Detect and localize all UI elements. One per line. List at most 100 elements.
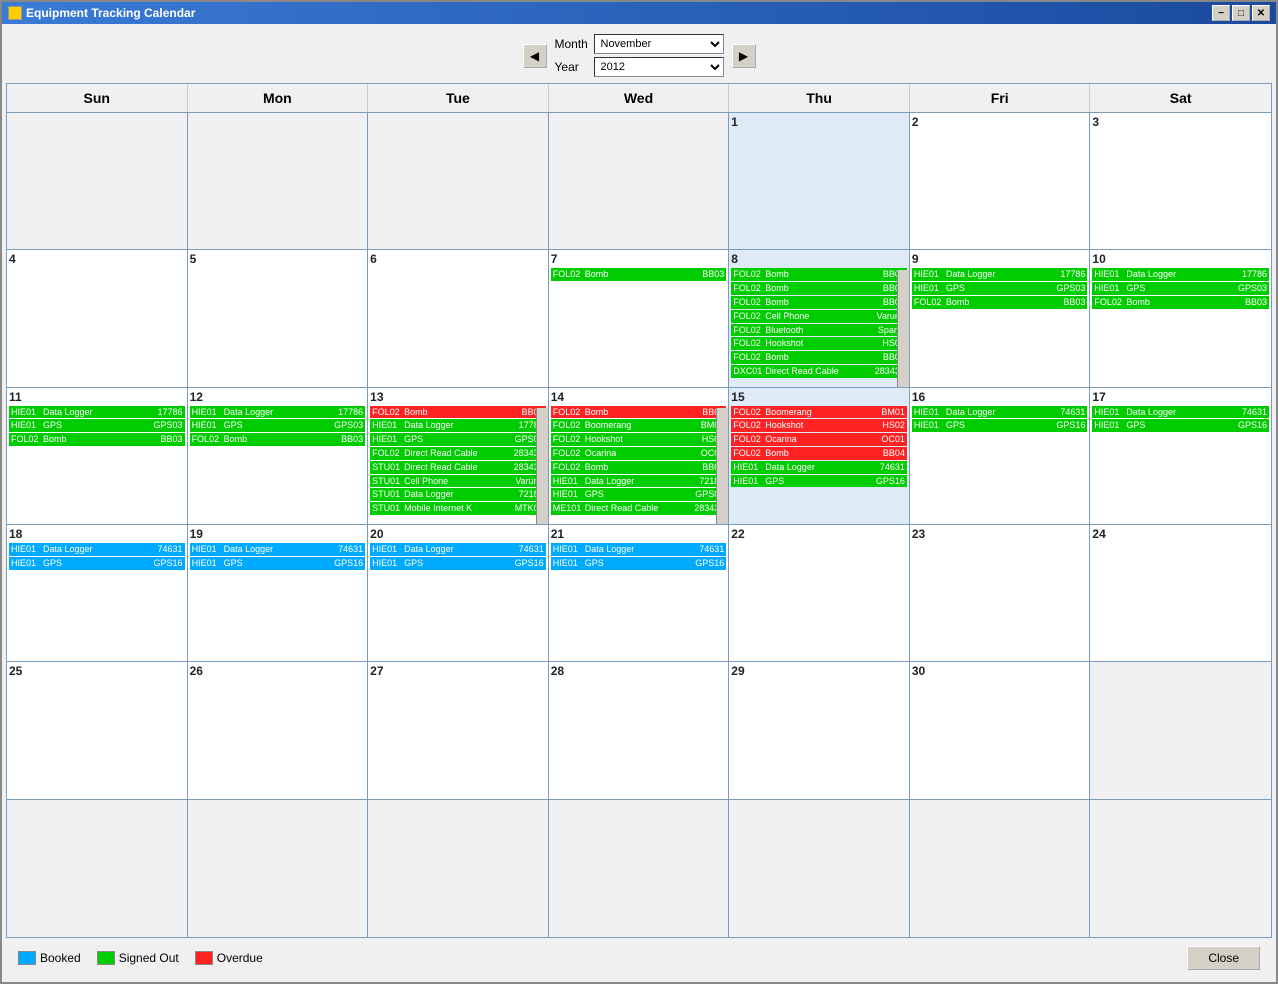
calendar-cell[interactable]: [729, 800, 910, 937]
event-item[interactable]: HIE01Data Logger74631: [912, 406, 1088, 419]
calendar-cell[interactable]: 6: [368, 250, 549, 386]
prev-month-button[interactable]: ◀: [523, 44, 547, 68]
event-item[interactable]: HIE01Data Logger74631: [9, 543, 185, 556]
event-item[interactable]: FOL02OcarinaOC01: [731, 433, 907, 446]
event-item[interactable]: HIE01GPSGPS03: [370, 433, 546, 446]
calendar-cell[interactable]: 5: [188, 250, 369, 386]
calendar-cell[interactable]: 18HIE01Data Logger74631HIE01GPSGPS16: [7, 525, 188, 661]
event-item[interactable]: HIE01Data Logger74631: [551, 543, 727, 556]
event-item[interactable]: FOL02BombBB03: [9, 433, 185, 446]
next-month-button[interactable]: ▶: [732, 44, 756, 68]
calendar-cell[interactable]: 17HIE01Data Logger74631HIE01GPSGPS16: [1090, 388, 1271, 524]
event-item[interactable]: FOL02BombBB03: [190, 433, 366, 446]
calendar-cell[interactable]: 11HIE01Data Logger17786HIE01GPSGPS03FOL0…: [7, 388, 188, 524]
calendar-cell[interactable]: 14FOL02BombBB03FOL02BoomerangBM01FOL02Ho…: [549, 388, 730, 524]
event-item[interactable]: HIE01Data Logger17786: [190, 406, 366, 419]
event-item[interactable]: FOL02BombBB03: [731, 351, 907, 364]
event-item[interactable]: HIE01Data Logger74631: [370, 543, 546, 556]
event-item[interactable]: FOL02BombBB02: [731, 282, 907, 295]
calendar-cell[interactable]: 12HIE01Data Logger17786HIE01GPSGPS03FOL0…: [188, 388, 369, 524]
scroll-indicator[interactable]: [897, 270, 909, 386]
event-item[interactable]: HIE01Data Logger17786: [912, 268, 1088, 281]
calendar-cell[interactable]: 16HIE01Data Logger74631HIE01GPSGPS16: [910, 388, 1091, 524]
calendar-cell[interactable]: [549, 113, 730, 249]
event-item[interactable]: FOL02Cell PhoneVaruna: [731, 310, 907, 323]
close-window-button[interactable]: ✕: [1252, 5, 1270, 21]
calendar-cell[interactable]: 1: [729, 113, 910, 249]
calendar-cell[interactable]: [1090, 800, 1271, 937]
scroll-indicator[interactable]: [716, 408, 728, 524]
event-item[interactable]: FOL02BombBB03: [551, 268, 727, 281]
event-item[interactable]: FOL02BluetoothSpare-: [731, 324, 907, 337]
event-item[interactable]: HIE01GPSGPS16: [9, 557, 185, 570]
event-item[interactable]: FOL02BombBB03: [370, 406, 546, 419]
calendar-cell[interactable]: [7, 800, 188, 937]
calendar-cell[interactable]: 30: [910, 662, 1091, 798]
calendar-cell[interactable]: [188, 113, 369, 249]
event-item[interactable]: HIE01Data Logger74631: [731, 461, 907, 474]
calendar-cell[interactable]: 22: [729, 525, 910, 661]
minimize-button[interactable]: −: [1212, 5, 1230, 21]
calendar-cell[interactable]: 24: [1090, 525, 1271, 661]
event-item[interactable]: ME101Direct Read Cable283437: [551, 502, 727, 515]
event-item[interactable]: HIE01GPSGPS03: [912, 282, 1088, 295]
event-item[interactable]: FOL02HookshotHS01: [731, 337, 907, 350]
event-item[interactable]: HIE01GPSGPS16: [370, 557, 546, 570]
calendar-cell[interactable]: 10HIE01Data Logger17786HIE01GPSGPS03FOL0…: [1090, 250, 1271, 386]
calendar-cell[interactable]: 19HIE01Data Logger74631HIE01GPSGPS16: [188, 525, 369, 661]
event-item[interactable]: HIE01Data Logger17786: [1092, 268, 1269, 281]
calendar-cell[interactable]: 25: [7, 662, 188, 798]
event-item[interactable]: HIE01GPSGPS03: [1092, 282, 1269, 295]
event-item[interactable]: FOL02BombBB01: [731, 268, 907, 281]
calendar-cell[interactable]: 28: [549, 662, 730, 798]
calendar-cell[interactable]: 29: [729, 662, 910, 798]
calendar-cell[interactable]: 8FOL02BombBB01FOL02BombBB02FOL02BombBB03…: [729, 250, 910, 386]
close-button[interactable]: Close: [1187, 946, 1260, 970]
event-item[interactable]: HIE01GPSGPS16: [190, 557, 366, 570]
event-item[interactable]: HIE01Data Logger17786: [370, 419, 546, 432]
event-item[interactable]: STU01Data Logger72184: [370, 488, 546, 501]
event-item[interactable]: FOL02OcarinaOC01: [551, 447, 727, 460]
scroll-indicator[interactable]: [536, 408, 548, 524]
calendar-cell[interactable]: [7, 113, 188, 249]
event-item[interactable]: FOL02BoomerangBM01: [731, 406, 907, 419]
event-item[interactable]: HIE01Data Logger74631: [190, 543, 366, 556]
calendar-cell[interactable]: 15FOL02BoomerangBM01FOL02HookshotHS02FOL…: [729, 388, 910, 524]
maximize-button[interactable]: □: [1232, 5, 1250, 21]
calendar-cell[interactable]: 2: [910, 113, 1091, 249]
event-item[interactable]: FOL02BombBB03: [551, 406, 727, 419]
calendar-cell[interactable]: 3: [1090, 113, 1271, 249]
event-item[interactable]: FOL02BombBB04: [731, 447, 907, 460]
calendar-cell[interactable]: [910, 800, 1091, 937]
calendar-cell[interactable]: [549, 800, 730, 937]
event-item[interactable]: HIE01GPSGPS03: [9, 419, 185, 432]
calendar-cell[interactable]: 20HIE01Data Logger74631HIE01GPSGPS16: [368, 525, 549, 661]
event-item[interactable]: FOL02BoomerangBM01: [551, 419, 727, 432]
event-item[interactable]: FOL02Direct Read Cable283433: [370, 447, 546, 460]
calendar-cell[interactable]: 23: [910, 525, 1091, 661]
event-item[interactable]: HIE01GPSGPS03: [551, 488, 727, 501]
calendar-cell[interactable]: 9HIE01Data Logger17786HIE01GPSGPS03FOL02…: [910, 250, 1091, 386]
event-item[interactable]: FOL02BombBB03: [1092, 296, 1269, 309]
event-item[interactable]: STU01Direct Read Cable283433: [370, 461, 546, 474]
event-item[interactable]: DXC01Direct Read Cable283437: [731, 365, 907, 378]
event-item[interactable]: HIE01GPSGPS16: [731, 475, 907, 488]
event-item[interactable]: FOL02BombBB03: [912, 296, 1088, 309]
calendar-cell[interactable]: 26: [188, 662, 369, 798]
event-item[interactable]: HIE01GPSGPS16: [551, 557, 727, 570]
event-item[interactable]: FOL02BombBB03: [731, 296, 907, 309]
event-item[interactable]: STU01Mobile Internet KMTK04: [370, 502, 546, 515]
year-select[interactable]: 2012: [594, 57, 724, 77]
calendar-cell[interactable]: 4: [7, 250, 188, 386]
calendar-cell[interactable]: [368, 113, 549, 249]
event-item[interactable]: STU01Cell PhoneVaruna: [370, 475, 546, 488]
calendar-cell[interactable]: 21HIE01Data Logger74631HIE01GPSGPS16: [549, 525, 730, 661]
event-item[interactable]: HIE01Data Logger17786: [9, 406, 185, 419]
event-item[interactable]: FOL02BombBB04: [551, 461, 727, 474]
calendar-cell[interactable]: 27: [368, 662, 549, 798]
month-select[interactable]: November: [594, 34, 724, 54]
calendar-cell[interactable]: [368, 800, 549, 937]
calendar-cell[interactable]: [188, 800, 369, 937]
calendar-cell[interactable]: 7FOL02BombBB03: [549, 250, 730, 386]
event-item[interactable]: FOL02HookshotHS02: [551, 433, 727, 446]
